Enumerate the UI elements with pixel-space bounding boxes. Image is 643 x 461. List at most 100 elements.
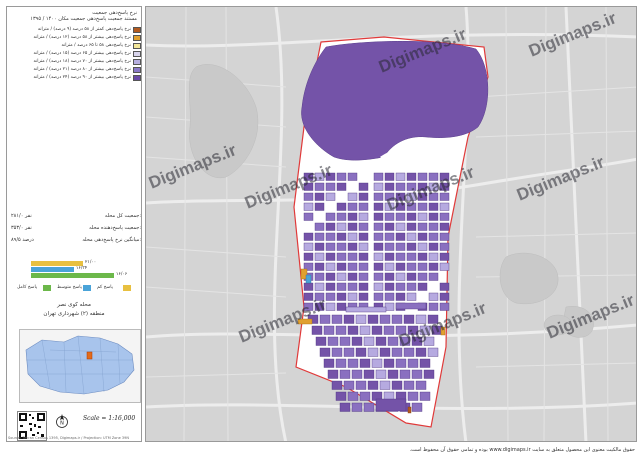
city-block: [347, 242, 358, 251]
city-block: [373, 202, 384, 211]
city-block: [375, 336, 387, 346]
scale-text: Scale = 1:16,000: [83, 415, 136, 422]
city-block: [406, 182, 417, 191]
city-block: [336, 242, 347, 251]
city-block: [303, 172, 314, 181]
city-block: [415, 380, 427, 390]
location-inset-map: [19, 329, 141, 403]
city-block: [417, 182, 428, 191]
legend-swatch: [133, 43, 141, 49]
city-block: [336, 282, 347, 291]
city-block: [359, 325, 371, 335]
city-block: [395, 212, 406, 221]
legend-panel: نرخ پاسخ‌دهی جمعیت مستند جمعیت پاسخ‌دهی …: [6, 6, 142, 442]
city-block: [417, 202, 428, 211]
city-block: [439, 242, 450, 251]
stat-value: ۲۸۱/۰ نفر: [11, 213, 32, 219]
city-block: [314, 272, 325, 281]
city-block: [347, 212, 358, 221]
stat-responding-population: جمعیت پاسخ‌دهنده محله: ۳۵۳/۰ نفر: [11, 225, 141, 233]
stat-average-rate: میانگین نرخ پاسخ‌دهی محله: ۸۹/۵ درصد: [11, 237, 141, 245]
city-block: [358, 222, 369, 231]
city-block: [406, 212, 417, 221]
city-block: [319, 347, 331, 357]
city-block: [314, 302, 325, 311]
city-block: [343, 314, 355, 324]
city-block: [325, 232, 336, 241]
city-block: [406, 232, 417, 241]
legend-item: نرخ پاسخ‌دهی بیشتر از ۸۰ درصد (۲۱ درصد) …: [11, 67, 141, 74]
category-chip: [43, 285, 51, 291]
city-block: [358, 202, 369, 211]
city-block: [303, 212, 314, 221]
city-block: [303, 252, 314, 261]
city-block: [347, 325, 359, 335]
city-block: [371, 358, 383, 368]
city-block: [423, 336, 435, 346]
city-block: [417, 262, 428, 271]
city-block: [371, 325, 383, 335]
city-block: [417, 282, 428, 291]
parcel-brown: [407, 406, 412, 414]
stat-value: ۳۵۳/۰ نفر: [11, 225, 32, 231]
city-block: [428, 272, 439, 281]
city-block: [358, 272, 369, 281]
city-block: [384, 212, 395, 221]
city-block: [384, 232, 395, 241]
city-block: [406, 222, 417, 231]
city-block: [343, 347, 355, 357]
legend-swatch: [133, 51, 141, 57]
city-block: [373, 182, 384, 191]
city-block: [325, 302, 336, 311]
city-block: [395, 182, 406, 191]
city-block: [303, 292, 314, 301]
city-block: [311, 325, 323, 335]
city-block: [314, 242, 325, 251]
city-block: [428, 222, 439, 231]
city-block: [439, 262, 450, 271]
map-frame: Digimaps.ir Digimaps.ir Digimaps.ir Digi…: [145, 6, 637, 442]
city-block: [427, 347, 439, 357]
city-block: [359, 358, 371, 368]
city-block: [406, 272, 417, 281]
city-block: [339, 336, 351, 346]
city-block: [335, 391, 347, 401]
city-block: [373, 272, 384, 281]
city-block: [395, 242, 406, 251]
city-block: [347, 202, 358, 211]
legend-label: نرخ پاسخ‌دهی بیشتر از ۵۸ درصد (۱۲ درصد) …: [33, 35, 131, 40]
city-block: [419, 391, 431, 401]
city-block: [367, 380, 379, 390]
city-block: [439, 232, 450, 241]
city-block: [358, 292, 369, 301]
category-chip: [123, 285, 131, 291]
city-block: [373, 232, 384, 241]
city-block: [314, 262, 325, 271]
legend-title-line2: مستند جمعیت پاسخ‌دهی جمعیت مکان ۱۴۰۰ / ۱…: [30, 16, 137, 22]
city-block: [347, 172, 358, 181]
city-block: [395, 325, 407, 335]
city-block: [336, 252, 347, 261]
city-block: [336, 272, 347, 281]
city-block: [314, 202, 325, 211]
city-block: [355, 347, 367, 357]
city-block: [336, 232, 347, 241]
north-arrow-icon: N: [55, 413, 69, 429]
city-block: [314, 282, 325, 291]
city-block: [384, 272, 395, 281]
city-block: [406, 242, 417, 251]
city-block: [395, 252, 406, 261]
stat-key: جمعیت کل محله:: [104, 213, 141, 219]
city-block: [373, 212, 384, 221]
city-block: [439, 282, 450, 291]
city-block: [395, 172, 406, 181]
city-block: [428, 182, 439, 191]
city-block: [347, 272, 358, 281]
city-block: [358, 262, 369, 271]
city-block: [335, 325, 347, 335]
location-subtitle: منطقه (۲) شهرداری تهران: [43, 311, 105, 317]
city-block: [428, 232, 439, 241]
city-block: [427, 314, 439, 324]
city-block: [395, 192, 406, 201]
city-block: [428, 262, 439, 271]
